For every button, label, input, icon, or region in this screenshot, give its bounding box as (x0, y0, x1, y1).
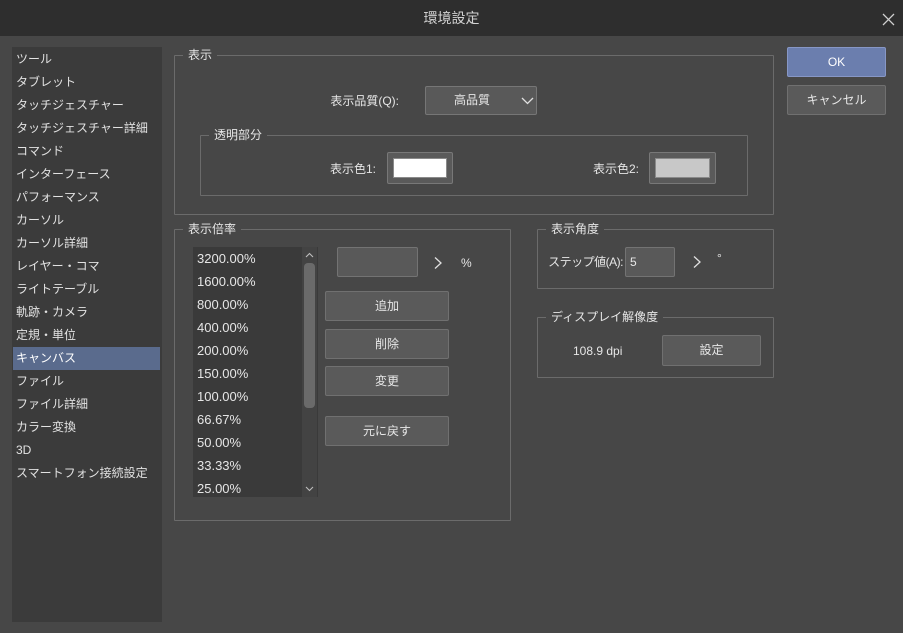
display-color1-label: 表示色1: (329, 162, 376, 176)
resolution-group-label: ディスプレイ解像度 (546, 309, 664, 325)
sidebar-item-3d[interactable]: 3D (13, 439, 160, 462)
rotation-group: 表示角度 ステップ値(A): ° (537, 221, 774, 289)
reset-zoom-button[interactable]: 元に戻す (325, 416, 449, 446)
rotation-step-label: ステップ値(A): (548, 255, 623, 269)
sidebar-item-ruler-unit[interactable]: 定規・単位 (13, 324, 160, 347)
resolution-group: ディスプレイ解像度 108.9 dpi 設定 (537, 309, 774, 378)
display-color1-swatch[interactable] (387, 152, 453, 184)
sidebar-item-touch-gesture[interactable]: タッチジェスチャー (13, 94, 160, 117)
display-quality-label: 表示品質(Q): (330, 94, 399, 108)
zoom-value-input[interactable] (337, 247, 418, 277)
add-zoom-button[interactable]: 追加 (325, 291, 449, 321)
chevron-up-icon[interactable] (305, 252, 314, 258)
sidebar-item-tablet[interactable]: タブレット (13, 71, 160, 94)
sidebar-item-interface[interactable]: インターフェース (13, 163, 160, 186)
window-title: 環境設定 (423, 10, 480, 26)
list-item[interactable]: 200.00% (193, 339, 301, 362)
list-item[interactable]: 50.00% (193, 431, 301, 454)
sidebar-item-canvas[interactable]: キャンバス (13, 347, 160, 370)
list-item[interactable]: 3200.00% (193, 247, 301, 270)
list-item[interactable]: 1600.00% (193, 270, 301, 293)
display-quality-value: 高品質 (453, 93, 490, 107)
sidebar-item-trajectory-camera[interactable]: 軌跡・カメラ (13, 301, 160, 324)
close-icon[interactable] (882, 13, 895, 26)
sidebar-item-file[interactable]: ファイル (13, 370, 160, 393)
scrollbar-thumb[interactable] (304, 263, 315, 408)
display-color2-swatch[interactable] (649, 152, 716, 184)
change-zoom-button[interactable]: 変更 (325, 366, 449, 396)
zoom-list-scrollbar[interactable] (302, 247, 317, 497)
chevron-down-icon[interactable] (305, 486, 314, 492)
transparency-group: 透明部分 表示色1: 表示色2: (200, 127, 748, 196)
zoom-group-label: 表示倍率 (183, 221, 242, 237)
list-item[interactable]: 33.33% (193, 454, 301, 477)
sidebar-item-light-table[interactable]: ライトテーブル (13, 278, 160, 301)
list-item[interactable]: 150.00% (193, 362, 301, 385)
rotation-group-label: 表示角度 (546, 221, 605, 237)
list-item[interactable]: 100.00% (193, 385, 301, 408)
display-color2-fill (655, 158, 710, 178)
sidebar-item-cursor[interactable]: カーソル (13, 209, 160, 232)
display-group-label: 表示 (183, 47, 218, 63)
list-item[interactable]: 800.00% (193, 293, 301, 316)
list-item[interactable]: 400.00% (193, 316, 301, 339)
display-color1-fill (393, 158, 447, 178)
cancel-button[interactable]: キャンセル (787, 85, 886, 115)
sidebar-item-smartphone-connection[interactable]: スマートフォン接続設定 (13, 462, 160, 485)
sidebar-item-color-conversion[interactable]: カラー変換 (13, 416, 160, 439)
resolution-value: 108.9 dpi (573, 344, 623, 358)
display-group: 表示 表示品質(Q): 高品質 透明部分 表示色1: 表示色2: (174, 47, 774, 215)
sidebar-item-layer-frame[interactable]: レイヤー・コマ (13, 255, 160, 278)
delete-zoom-button[interactable]: 削除 (325, 329, 449, 359)
title-bar: 環境設定 (0, 0, 903, 36)
zoom-group: 表示倍率 3200.00% 1600.00% 800.00% 400.00% 2… (174, 221, 511, 521)
display-color2-label: 表示色2: (592, 162, 639, 176)
rotation-step-input[interactable] (625, 247, 675, 277)
resolution-set-button[interactable]: 設定 (662, 335, 761, 366)
list-item[interactable]: 66.67% (193, 408, 301, 431)
sidebar-item-performance[interactable]: パフォーマンス (13, 186, 160, 209)
sidebar-item-cursor-detail[interactable]: カーソル詳細 (13, 232, 160, 255)
zoom-unit: % (461, 256, 472, 270)
chevron-right-icon[interactable] (692, 255, 702, 269)
zoom-list-items: 3200.00% 1600.00% 800.00% 400.00% 200.00… (193, 247, 301, 497)
sidebar-item-tool[interactable]: ツール (13, 48, 160, 71)
chevron-down-icon (521, 97, 534, 105)
sidebar-item-file-detail[interactable]: ファイル詳細 (13, 393, 160, 416)
category-list[interactable]: ツール タブレット タッチジェスチャー タッチジェスチャー詳細 コマンド インタ… (12, 47, 162, 622)
zoom-list[interactable]: 3200.00% 1600.00% 800.00% 400.00% 200.00… (193, 247, 318, 497)
transparency-group-label: 透明部分 (209, 127, 268, 143)
rotation-unit: ° (717, 251, 722, 265)
list-item[interactable]: 25.00% (193, 477, 301, 497)
display-quality-dropdown[interactable]: 高品質 (425, 86, 537, 115)
sidebar-item-command[interactable]: コマンド (13, 140, 160, 163)
ok-button[interactable]: OK (787, 47, 886, 77)
chevron-right-icon[interactable] (433, 256, 443, 270)
sidebar-item-touch-gesture-detail[interactable]: タッチジェスチャー詳細 (13, 117, 160, 140)
